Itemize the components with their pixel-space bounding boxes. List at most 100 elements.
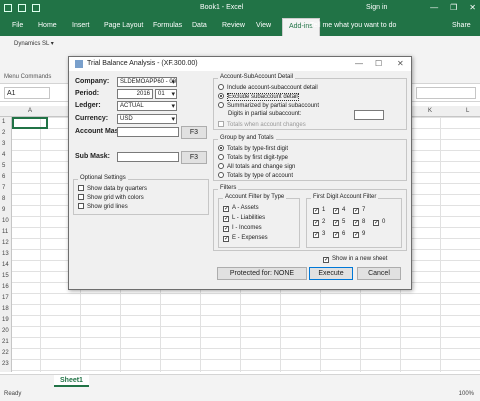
- row-header[interactable]: 2: [2, 130, 5, 136]
- row-header[interactable]: 7: [2, 185, 5, 191]
- period-select[interactable]: 01: [155, 89, 177, 99]
- totals-first-digit-option[interactable]: Totals by first digit-type: [218, 154, 288, 161]
- summarized-option[interactable]: Summarized by partial subaccount: [218, 102, 319, 109]
- digit-9-option[interactable]: ✓ 9: [353, 231, 365, 238]
- digit-5-checkbox[interactable]: ✓: [333, 220, 339, 226]
- show-quarters-checkbox[interactable]: [78, 185, 84, 191]
- exclude-subaccount-option[interactable]: Exclude subaccount detail: [218, 93, 299, 101]
- row-header[interactable]: 3: [2, 141, 5, 147]
- grid-lines-checkbox[interactable]: [78, 203, 84, 209]
- column-header[interactable]: K: [428, 108, 432, 114]
- show-new-sheet-option[interactable]: ✓ Show in a new sheet: [323, 256, 387, 263]
- exclude-subaccount-radio[interactable]: [218, 93, 224, 99]
- share-button[interactable]: Share: [452, 22, 471, 29]
- grid-lines-option[interactable]: Show grid lines: [78, 203, 128, 210]
- row-header[interactable]: 9: [2, 207, 5, 213]
- totals-first-digit-radio[interactable]: [218, 154, 224, 160]
- digit-0-checkbox[interactable]: ✓: [373, 220, 379, 226]
- row-header[interactable]: 11: [2, 229, 8, 235]
- period-year-input[interactable]: 2016: [117, 89, 153, 99]
- totals-changes-option[interactable]: Totals when account changes: [218, 121, 306, 128]
- ledger-select[interactable]: ACTUAL: [117, 101, 177, 111]
- account-mask-f3-button[interactable]: F3: [181, 126, 207, 139]
- digit-6-option[interactable]: ✓ 6: [333, 231, 345, 238]
- digit-8-checkbox[interactable]: ✓: [353, 220, 359, 226]
- grid-colors-option[interactable]: Show grid with colors: [78, 194, 144, 201]
- row-header[interactable]: 10: [2, 218, 9, 224]
- row-header[interactable]: 23: [2, 361, 9, 367]
- sheet-tab[interactable]: Sheet1: [54, 375, 89, 387]
- column-header[interactable]: A: [28, 108, 32, 114]
- row-header[interactable]: 13: [2, 251, 9, 257]
- totals-type-first-radio[interactable]: [218, 145, 224, 151]
- sub-mask-f3-button[interactable]: F3: [181, 151, 207, 164]
- all-totals-radio[interactable]: [218, 163, 224, 169]
- zoom-level[interactable]: 100%: [459, 391, 474, 397]
- row-header[interactable]: 20: [2, 328, 9, 334]
- digit-1-option[interactable]: ✓ 1: [313, 207, 325, 214]
- type-expenses-option[interactable]: ✓ E - Expenses: [223, 235, 268, 242]
- show-new-sheet-checkbox[interactable]: ✓: [323, 257, 329, 263]
- cancel-button[interactable]: Cancel: [357, 267, 401, 280]
- currency-select[interactable]: USD: [117, 114, 177, 124]
- digit-0-option[interactable]: ✓ 0: [373, 219, 385, 226]
- type-liabilities-option[interactable]: ✓ L - Liabilities: [223, 215, 265, 222]
- totals-type-first-option[interactable]: Totals by type-first digit: [218, 145, 288, 152]
- row-header[interactable]: 15: [2, 273, 9, 279]
- digit-3-option[interactable]: ✓ 3: [313, 231, 325, 238]
- tab-page-layout[interactable]: Page Layout: [104, 22, 143, 29]
- account-mask-input[interactable]: [117, 127, 179, 137]
- minimize-icon[interactable]: —: [355, 59, 363, 68]
- tab-data[interactable]: Data: [192, 22, 207, 29]
- tab-file[interactable]: File: [12, 22, 23, 29]
- row-header[interactable]: 16: [2, 284, 9, 290]
- tab-view[interactable]: View: [256, 22, 271, 29]
- selected-cell[interactable]: [12, 117, 48, 129]
- sub-mask-input[interactable]: [117, 152, 179, 162]
- column-header[interactable]: L: [466, 108, 469, 114]
- digit-3-checkbox[interactable]: ✓: [313, 232, 319, 238]
- name-box[interactable]: A1: [4, 87, 50, 99]
- digit-4-option[interactable]: ✓ 4: [333, 207, 345, 214]
- type-incomes-option[interactable]: ✓ I - Incomes: [223, 225, 262, 232]
- redo-icon[interactable]: [32, 4, 40, 12]
- row-header[interactable]: 21: [2, 339, 9, 345]
- row-header[interactable]: 17: [2, 295, 9, 301]
- tab-home[interactable]: Home: [38, 22, 57, 29]
- digit-7-checkbox[interactable]: ✓: [353, 208, 359, 214]
- digit-7-option[interactable]: ✓ 7: [353, 207, 365, 214]
- digits-input[interactable]: [354, 110, 384, 120]
- row-header[interactable]: 1: [2, 119, 5, 125]
- grid-colors-checkbox[interactable]: [78, 194, 84, 200]
- row-header[interactable]: 4: [2, 152, 5, 158]
- execute-button[interactable]: Execute: [309, 267, 353, 280]
- row-header[interactable]: 22: [2, 350, 9, 356]
- tab-formulas[interactable]: Formulas: [153, 22, 182, 29]
- include-detail-radio[interactable]: [218, 84, 224, 90]
- row-header[interactable]: 18: [2, 306, 9, 312]
- row-header[interactable]: 8: [2, 196, 5, 202]
- close-button[interactable]: ✕: [469, 3, 476, 12]
- digit-5-option[interactable]: ✓ 5: [333, 219, 345, 226]
- digit-1-checkbox[interactable]: ✓: [313, 208, 319, 214]
- all-totals-option[interactable]: All totals and change sign: [218, 163, 295, 170]
- tell-me-search[interactable]: Tell me what you want to do: [310, 22, 396, 29]
- show-quarters-option[interactable]: Show data by quarters: [78, 185, 147, 192]
- save-icon[interactable]: [4, 4, 12, 12]
- tab-insert[interactable]: Insert: [72, 22, 90, 29]
- row-header[interactable]: 6: [2, 174, 5, 180]
- company-select[interactable]: SLDEMOAPP60 - 00(: [117, 77, 177, 87]
- totals-type-account-radio[interactable]: [218, 172, 224, 178]
- type-assets-option[interactable]: ✓ A - Assets: [223, 205, 259, 212]
- summarized-radio[interactable]: [218, 102, 224, 108]
- digit-9-checkbox[interactable]: ✓: [353, 232, 359, 238]
- totals-changes-checkbox[interactable]: [218, 121, 224, 127]
- close-icon[interactable]: ✕: [397, 59, 404, 68]
- include-detail-option[interactable]: Include account-subaccount detail: [218, 84, 318, 91]
- sign-in-link[interactable]: Sign in: [366, 4, 387, 11]
- digit-6-checkbox[interactable]: ✓: [333, 232, 339, 238]
- formula-input[interactable]: [416, 87, 476, 99]
- digit-8-option[interactable]: ✓ 8: [353, 219, 365, 226]
- protected-button[interactable]: Protected for: NONE: [217, 267, 307, 280]
- type-expenses-checkbox[interactable]: ✓: [223, 236, 229, 242]
